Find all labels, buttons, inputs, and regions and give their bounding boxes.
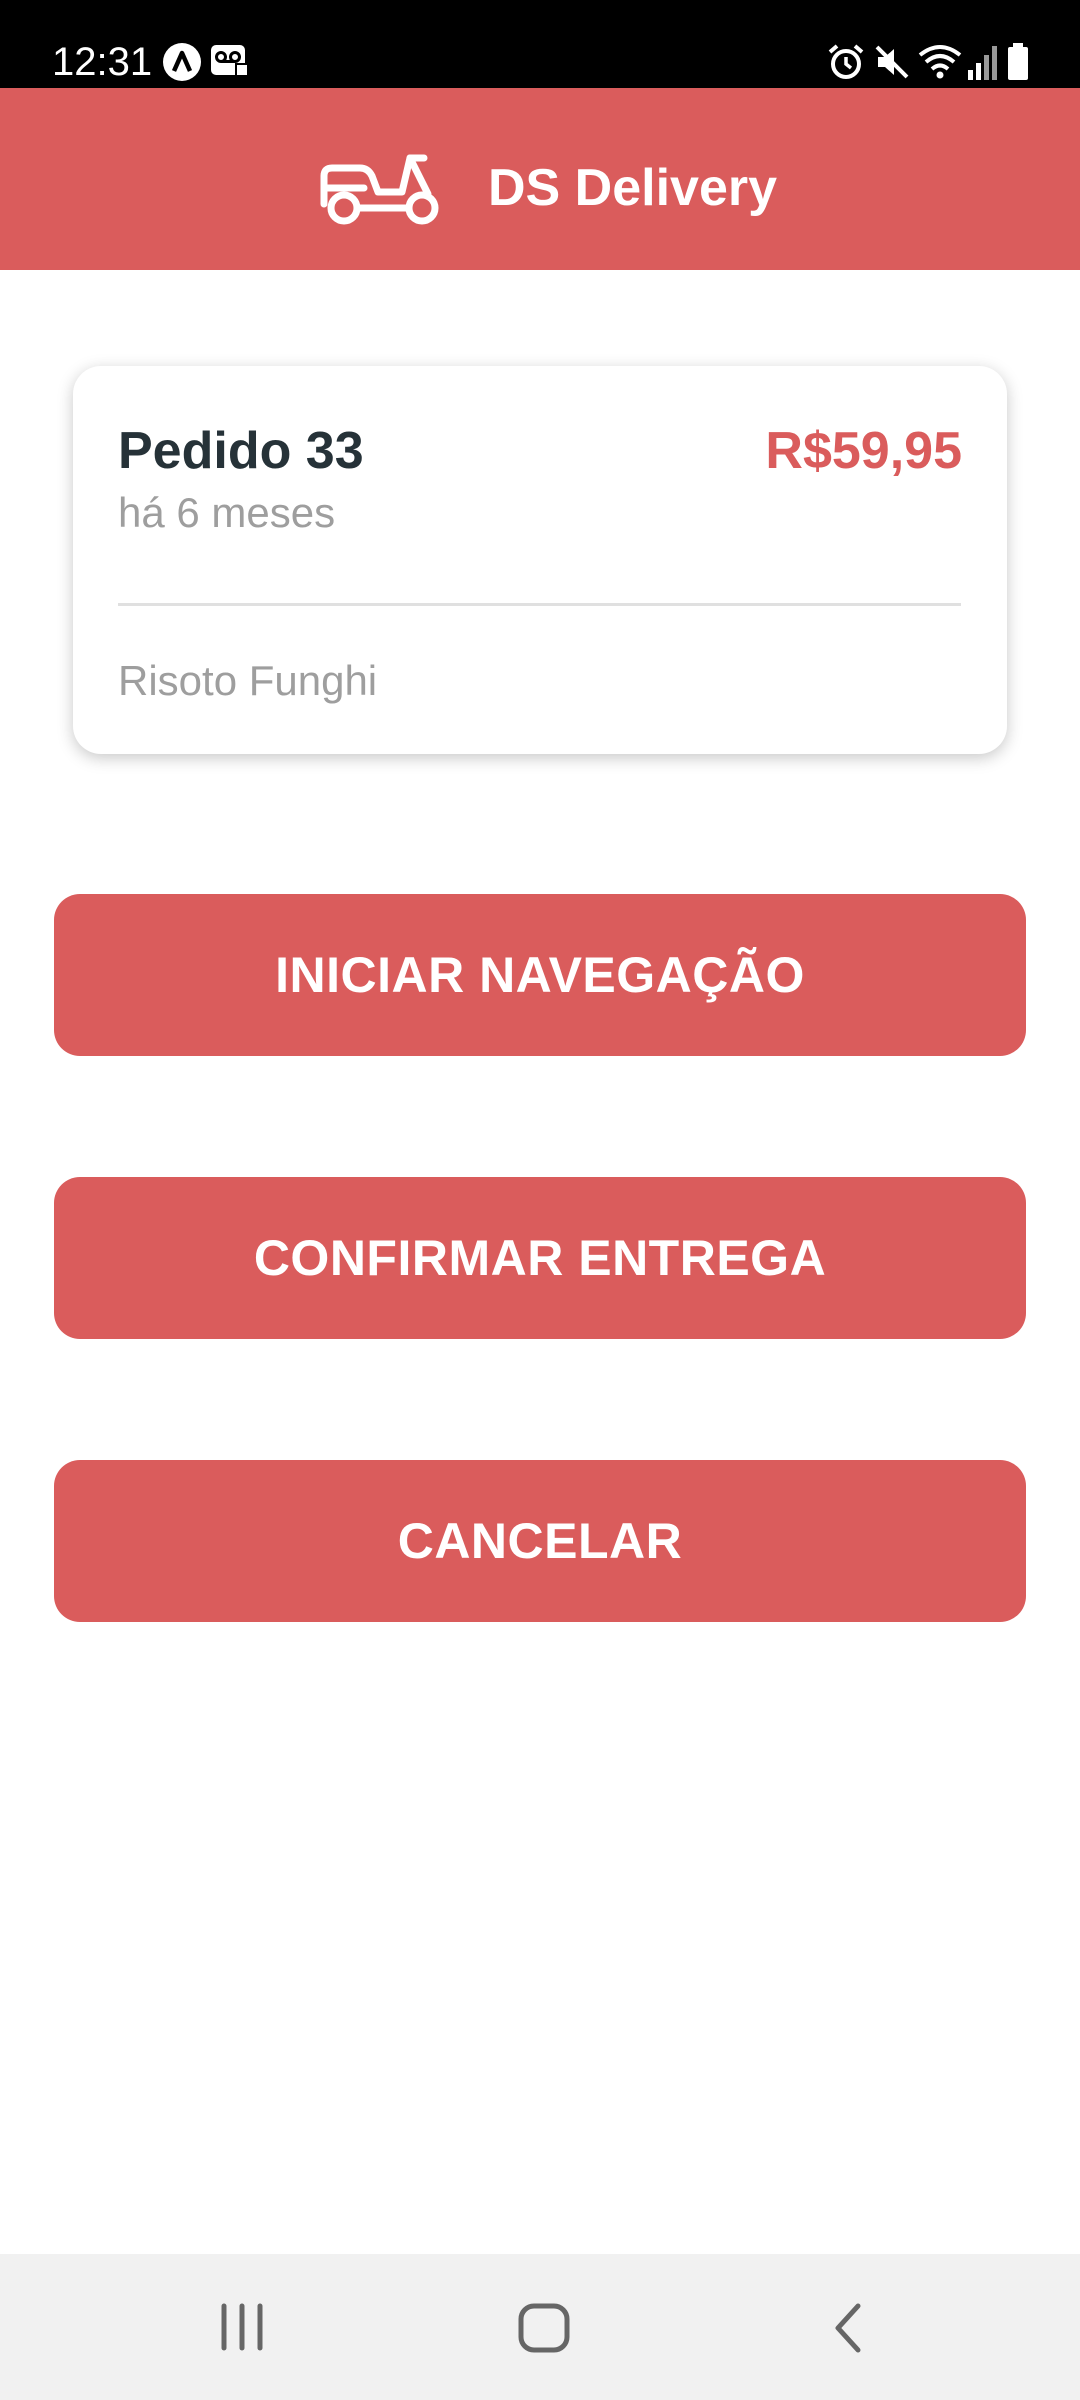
motorcycle-icon	[320, 154, 439, 225]
order-divider	[118, 603, 961, 606]
order-time-ago: há 6 meses	[118, 489, 336, 536]
alarm-icon	[828, 44, 864, 79]
status-bar: 12:31	[0, 0, 1080, 88]
order-title: Pedido 33	[118, 422, 364, 480]
home-icon[interactable]	[516, 2302, 572, 2354]
a-notification-icon	[163, 43, 201, 81]
signal-icon	[968, 46, 997, 80]
order-card[interactable]: Pedido 33 R$59,95 há 6 meses Risoto Fung…	[73, 366, 1007, 754]
back-icon[interactable]	[828, 2302, 868, 2354]
recent-apps-icon[interactable]	[218, 2302, 266, 2352]
wifi-icon	[918, 45, 962, 79]
battery-icon	[1008, 43, 1028, 80]
order-products: Risoto Funghi	[118, 657, 378, 704]
app-title: DS Delivery	[488, 159, 778, 217]
start-navigation-button[interactable]: INICIAR NAVEGAÇÃO	[54, 894, 1026, 1056]
mute-icon	[875, 45, 909, 79]
order-price: R$59,95	[765, 422, 962, 480]
voicemail-icon	[211, 45, 249, 77]
app-header: DS Delivery	[0, 88, 1080, 270]
confirm-delivery-button[interactable]: CONFIRMAR ENTREGA	[54, 1177, 1026, 1339]
cancel-button[interactable]: CANCELAR	[54, 1460, 1026, 1622]
system-nav-bar	[0, 2254, 1080, 2400]
status-time: 12:31	[52, 40, 153, 84]
